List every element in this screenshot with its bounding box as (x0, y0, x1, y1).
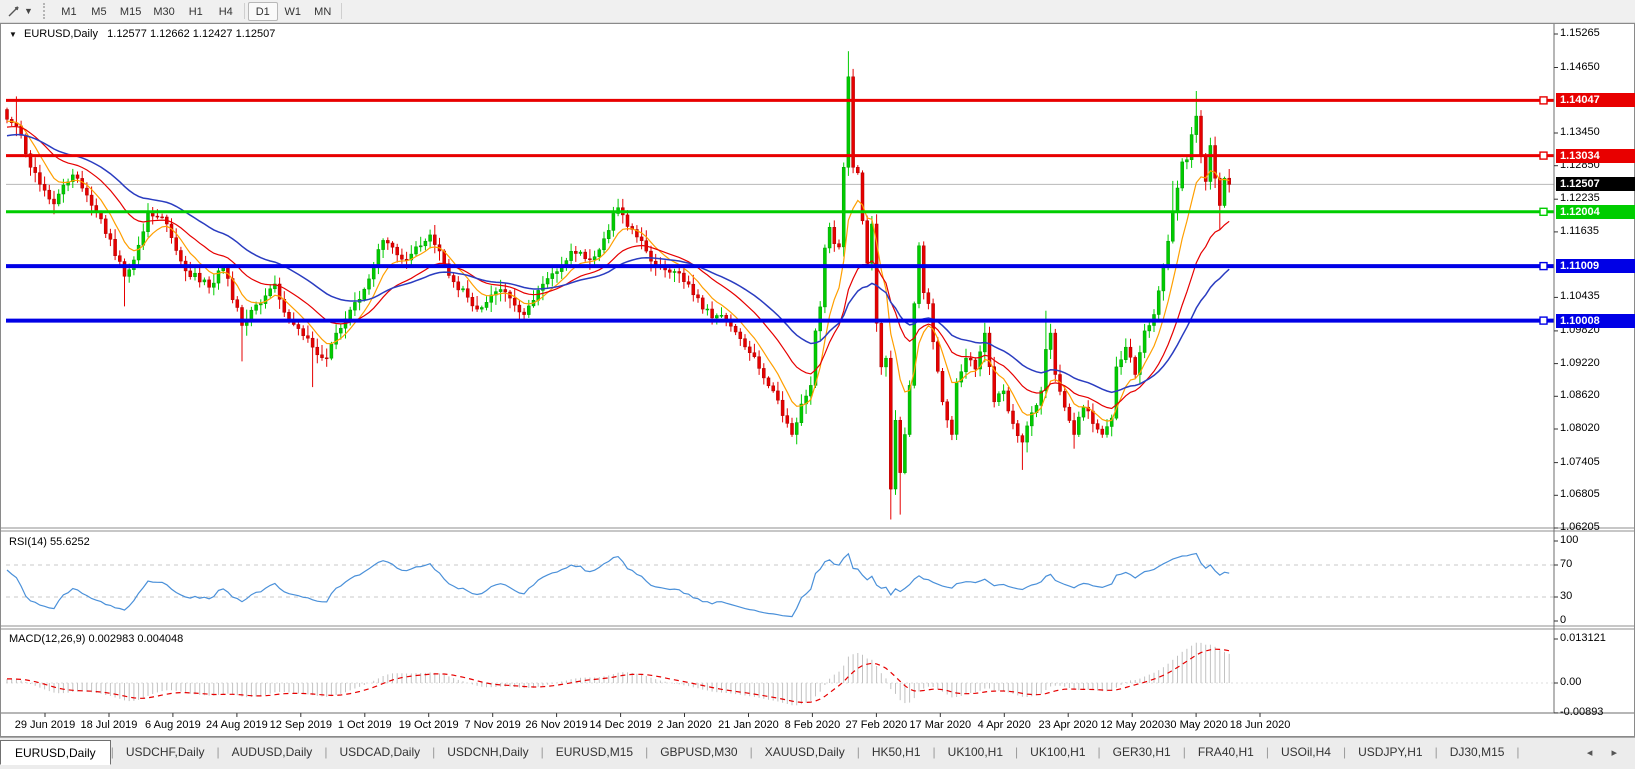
date-axis-label: 30 May 2020 (1164, 719, 1228, 731)
timeframe-button-m30[interactable]: M30 (147, 2, 180, 21)
price-line-badge-1.10008: 1.10008 (1556, 313, 1635, 328)
chart-tab-ger30-h1[interactable]: GER30,H1 (1101, 741, 1183, 762)
price-axis-tick: 1.08020 (1560, 422, 1600, 435)
chart-tab-fra40-h1[interactable]: FRA40,H1 (1186, 741, 1266, 762)
line-handle-1.10008[interactable] (1539, 316, 1548, 325)
symbol-period-label: EURUSD,Daily (23, 28, 98, 40)
chart-tab-usdjpy-h1[interactable]: USDJPY,H1 (1346, 741, 1434, 762)
date-axis-label: 2 Jan 2020 (657, 719, 712, 731)
chart-tab-usdchf-daily[interactable]: USDCHF,Daily (114, 741, 217, 762)
tab-scroll-arrows[interactable]: ◂ ▸ (1587, 746, 1625, 759)
rsi-axis-tick: 0 (1560, 614, 1567, 626)
line-handle-1.11009[interactable] (1539, 261, 1548, 271)
tab-separator: | (1516, 745, 1520, 759)
date-axis-label: 21 Jan 2020 (718, 719, 779, 731)
macd-axis-tick: 0.013121 (1560, 632, 1606, 644)
rsi-axis-tick: 70 (1560, 558, 1573, 570)
chevron-down-icon[interactable]: ▼ (9, 30, 17, 39)
chevron-down-icon[interactable]: ▼ (24, 6, 33, 16)
rsi-axis-tick: 30 (1560, 590, 1573, 602)
chart-tab-eurusd-m15[interactable]: EURUSD,M15 (544, 741, 645, 762)
chart-tab-bar: EURUSD,Daily | USDCHF,Daily | AUDUSD,Daily | U… (0, 737, 1635, 769)
timeframe-button-h4[interactable]: H4 (211, 2, 241, 21)
timeframe-button-w1[interactable]: W1 (278, 2, 308, 21)
price-line-badge-1.11009: 1.11009 (1556, 259, 1635, 274)
chart-window[interactable]: ▼ EURUSD,Daily 1.12577 1.12662 1.12427 1… (0, 23, 1635, 737)
current-price-badge: 1.12507 (1556, 177, 1635, 192)
chart-tab-usdcnh-daily[interactable]: USDCNH,Daily (435, 741, 540, 762)
timeframe-button-mn[interactable]: MN (308, 2, 338, 21)
price-axis-tick: 1.06205 (1560, 521, 1600, 533)
timeframe-buttons: M1 M5 M15 M30 H1 H4 D1 W1 MN (54, 1, 345, 21)
date-axis-label: 14 Dec 2019 (589, 719, 652, 731)
macd-indicator-label: MACD(12,26,9) 0.002983 0.004048 (9, 633, 184, 645)
date-axis-label: 6 Aug 2019 (145, 719, 201, 731)
date-axis-label: 4 Apr 2020 (977, 719, 1031, 731)
chart-tab-usoil-h4[interactable]: USOil,H4 (1269, 741, 1343, 762)
date-axis-label: 18 Jul 2019 (80, 719, 138, 731)
date-axis-label: 18 Jun 2020 (1229, 719, 1291, 731)
date-axis-label: 7 Nov 2019 (464, 719, 521, 731)
price-axis-tick: 1.08620 (1560, 389, 1600, 402)
timeframe-toolbar: ▼ M1 M5 M15 M30 H1 H4 D1 W1 MN (0, 0, 1635, 23)
chart-tab-eurusd-daily[interactable]: EURUSD,Daily (0, 740, 111, 765)
price-line-badge-1.12004: 1.12004 (1556, 204, 1635, 219)
price-axis-tick: 1.13450 (1560, 125, 1600, 138)
date-axis-label: 23 Apr 2020 (1038, 719, 1098, 731)
macd-axis-tick: -0.00893 (1560, 705, 1604, 718)
line-handle-1.14047[interactable] (1539, 96, 1548, 105)
macd-axis-tick: 0.00 (1560, 676, 1582, 688)
date-axis-label: 24 Aug 2019 (205, 719, 268, 731)
price-axis-tick: 1.15265 (1560, 27, 1600, 39)
rsi-axis-tick: 100 (1560, 534, 1579, 546)
timeframe-button-m15[interactable]: M15 (114, 2, 147, 21)
date-axis-label: 12 Sep 2019 (269, 719, 332, 731)
date-axis-label: 19 Oct 2019 (398, 719, 459, 731)
toolbar-grip (42, 3, 48, 19)
price-line-badge-1.13034: 1.13034 (1556, 148, 1635, 163)
timeframe-button-d1[interactable]: D1 (247, 1, 278, 21)
price-axis-tick: 1.10435 (1560, 290, 1600, 303)
price-line-badge-1.14047: 1.14047 (1556, 93, 1635, 108)
rsi-indicator-label: RSI(14) 55.6252 (9, 536, 90, 548)
chart-tab-usdcad-daily[interactable]: USDCAD,Daily (327, 741, 432, 762)
price-axis-tick: 1.12235 (1560, 192, 1600, 205)
chart-tab-hk50-h1[interactable]: HK50,H1 (860, 741, 933, 762)
chart-tab-dj30-m15[interactable]: DJ30,M15 (1438, 741, 1517, 762)
chart-tab-audusd-daily[interactable]: AUDUSD,Daily (220, 741, 325, 762)
timeframe-button-m1[interactable]: M1 (54, 2, 84, 21)
price-axis-tick: 1.11635 (1560, 224, 1599, 237)
price-axis-tick: 1.06805 (1560, 488, 1600, 501)
chart-tab-gbpusd-m30[interactable]: GBPUSD,M30 (648, 741, 749, 762)
chart-title: ▼ EURUSD,Daily 1.12577 1.12662 1.12427 1… (9, 28, 275, 40)
timeframe-button-m5[interactable]: M5 (84, 2, 114, 21)
chart-tab-uk100-h1[interactable]: UK100,H1 (1018, 741, 1097, 762)
line-handle-1.13034[interactable] (1539, 151, 1548, 160)
chart-cursor-icon[interactable] (4, 2, 24, 20)
toolbar-separator (243, 3, 245, 19)
price-axis-tick: 1.14650 (1560, 60, 1600, 73)
ohlc-values: 1.12577 1.12662 1.12427 1.12507 (107, 28, 276, 40)
price-axis-tick: 1.09220 (1560, 356, 1600, 369)
timeframe-button-h1[interactable]: H1 (181, 2, 211, 21)
date-axis-label: 29 Jun 2019 (14, 719, 76, 731)
price-chart-canvas[interactable] (1, 24, 1634, 736)
date-axis-label: 12 May 2020 (1100, 719, 1164, 731)
date-axis-label: 1 Oct 2019 (337, 719, 392, 731)
chart-tab-xauusd-daily[interactable]: XAUUSD,Daily (753, 741, 857, 762)
toolbar-separator (340, 3, 342, 19)
date-axis-label: 8 Feb 2020 (784, 719, 841, 731)
date-axis-label: 26 Nov 2019 (525, 719, 588, 731)
line-handle-1.12004[interactable] (1539, 207, 1548, 217)
chart-tab-uk100-h1[interactable]: UK100,H1 (936, 741, 1015, 762)
date-axis-label: 27 Feb 2020 (845, 719, 908, 731)
date-axis-label: 17 Mar 2020 (909, 719, 972, 731)
price-axis-tick: 1.07405 (1560, 455, 1600, 468)
